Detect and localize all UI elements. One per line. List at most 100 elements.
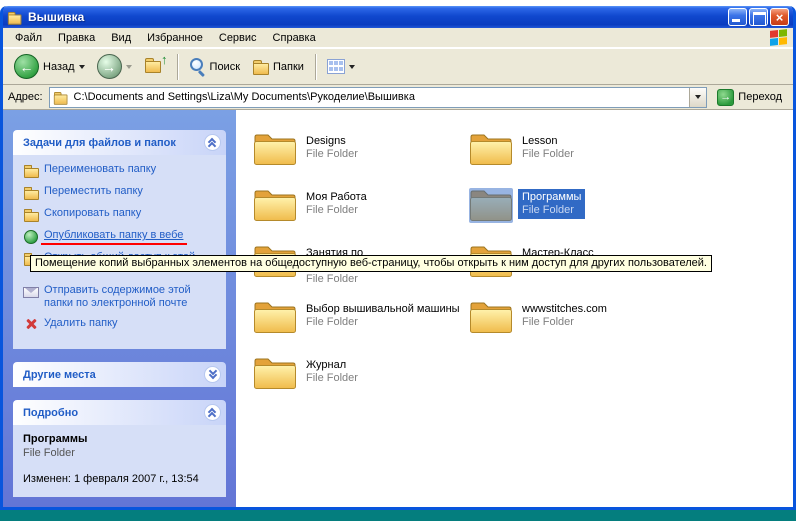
- file-item[interactable]: wwwstitches.com File Folder: [469, 300, 681, 356]
- file-item[interactable]: Lesson File Folder: [469, 132, 681, 188]
- publish-web-icon: [23, 229, 39, 244]
- file-item[interactable]: Designs File Folder: [253, 132, 465, 188]
- file-type: File Folder: [306, 316, 460, 329]
- windows-logo-icon: [770, 29, 787, 46]
- collapse-chevron-icon[interactable]: [204, 404, 221, 421]
- folder-icon: [469, 300, 513, 335]
- menubar: ФайлПравкаВидИзбранноеСервисСправка: [3, 28, 793, 48]
- file-type: File Folder: [522, 204, 581, 217]
- up-button[interactable]: ↑: [139, 54, 171, 79]
- folders-label: Папки: [273, 61, 304, 73]
- details-section: Подробно Программы File Folder Изменен: …: [13, 400, 226, 497]
- expand-chevron-icon[interactable]: [204, 366, 221, 383]
- forward-button[interactable]: →: [92, 51, 137, 82]
- forward-icon: →: [97, 54, 122, 79]
- dropdown-caret-icon: [695, 95, 701, 99]
- window-folder-icon: [7, 11, 21, 24]
- file-type: File Folder: [522, 148, 574, 161]
- tooltip: Помещение копий выбранных элементов на о…: [30, 255, 712, 272]
- file-item[interactable]: Журнал File Folder: [253, 356, 465, 412]
- address-dropdown-button[interactable]: [689, 88, 706, 107]
- tasks-section-title: Задачи для файлов и папок: [23, 137, 204, 149]
- folder-icon: [469, 188, 513, 223]
- search-button[interactable]: Поиск: [184, 55, 245, 78]
- delete-icon: [23, 317, 39, 332]
- folders-button[interactable]: Папки: [247, 56, 309, 77]
- other-places-section: Другие места: [13, 362, 226, 387]
- search-label: Поиск: [210, 61, 240, 73]
- details-file-name: Программы: [23, 433, 218, 445]
- maximize-button[interactable]: [749, 8, 768, 26]
- task-item[interactable]: Скопировать папку: [23, 207, 220, 222]
- menu-item[interactable]: Файл: [7, 30, 50, 46]
- collapse-chevron-icon[interactable]: [204, 134, 221, 151]
- titlebar[interactable]: Вышивка ×: [3, 6, 793, 28]
- menu-item[interactable]: Сервис: [211, 30, 265, 46]
- file-list-area[interactable]: Designs File Folder Lesson File Folder М…: [236, 110, 793, 507]
- move-folder-icon: [23, 185, 39, 200]
- email-icon: [23, 284, 39, 299]
- folder-icon: [469, 132, 513, 167]
- toolbar: ← Назад → ↑ Поиск Папки: [3, 48, 793, 85]
- forward-dropdown-icon: [126, 65, 132, 69]
- task-pane: Задачи для файлов и папок Переименовать …: [3, 110, 236, 507]
- other-places-title: Другие места: [23, 369, 204, 381]
- copy-folder-icon: [23, 207, 39, 222]
- file-item[interactable]: Программы File Folder: [469, 188, 681, 244]
- other-places-header[interactable]: Другие места: [13, 362, 226, 387]
- tasks-section-body: Переименовать папку Переместить папку Ск…: [13, 155, 226, 349]
- file-item[interactable]: Занятия по программированию File Folder: [253, 244, 465, 300]
- views-icon: [327, 59, 345, 74]
- back-label: Назад: [43, 61, 75, 73]
- back-dropdown-icon: [79, 65, 85, 69]
- go-label: Переход: [738, 91, 782, 103]
- close-button[interactable]: ×: [770, 8, 789, 26]
- task-label: Удалить папку: [44, 317, 118, 330]
- screen: Вышивка × ФайлПравкаВидИзбранноеСервисСп…: [0, 0, 796, 521]
- task-item[interactable]: Переместить папку: [23, 185, 220, 200]
- file-type: File Folder: [306, 204, 367, 217]
- file-type: File Folder: [522, 316, 607, 329]
- window-title: Вышивка: [28, 10, 724, 24]
- file-label: Lesson File Folder: [518, 133, 578, 163]
- toolbar-separator: [177, 54, 178, 80]
- toolbar-separator: [315, 54, 316, 80]
- file-label: Выбор вышивальной машины File Folder: [302, 301, 464, 331]
- file-name: Программы: [522, 191, 581, 204]
- task-label: Переименовать папку: [44, 163, 156, 176]
- details-file-type: File Folder: [23, 447, 218, 459]
- menu-item[interactable]: Избранное: [139, 30, 211, 46]
- tasks-section-header[interactable]: Задачи для файлов и папок: [13, 130, 226, 155]
- task-label: Скопировать папку: [44, 207, 141, 220]
- back-button[interactable]: ← Назад: [9, 51, 90, 82]
- task-item[interactable]: Удалить папку: [23, 317, 220, 332]
- address-folder-icon: [53, 91, 67, 104]
- file-item[interactable]: Выбор вышивальной машины File Folder: [253, 300, 465, 356]
- details-title: Подробно: [23, 407, 204, 419]
- menu-item[interactable]: Вид: [103, 30, 139, 46]
- file-item[interactable]: Моя Работа File Folder: [253, 188, 465, 244]
- task-item[interactable]: Отправить содержимое этой папки по элект…: [23, 284, 220, 310]
- file-label: Журнал File Folder: [302, 357, 362, 387]
- window-body: Задачи для файлов и папок Переименовать …: [3, 110, 793, 507]
- menu-item[interactable]: Справка: [265, 30, 324, 46]
- details-header[interactable]: Подробно: [13, 400, 226, 425]
- menu-item[interactable]: Правка: [50, 30, 103, 46]
- file-grid: Designs File Folder Lesson File Folder М…: [253, 132, 685, 412]
- file-item[interactable]: Мастер-Класс File Folder: [469, 244, 681, 300]
- menu-items: ФайлПравкаВидИзбранноеСервисСправка: [7, 30, 324, 46]
- folder-icon: [253, 356, 297, 391]
- task-label: Переместить папку: [44, 185, 143, 198]
- task-label: Отправить содержимое этой папки по элект…: [44, 284, 220, 310]
- desktop: [0, 510, 796, 521]
- window-controls: ×: [728, 8, 789, 26]
- go-button[interactable]: → Переход: [713, 87, 786, 108]
- back-icon: ←: [14, 54, 39, 79]
- task-item[interactable]: Переименовать папку: [23, 163, 220, 178]
- address-input[interactable]: C:\Documents and Settings\Liza\My Docume…: [49, 87, 708, 108]
- task-item[interactable]: Опубликовать папку в вебе: [23, 229, 220, 244]
- file-type: File Folder: [306, 148, 358, 161]
- folder-icon: [253, 132, 297, 167]
- minimize-button[interactable]: [728, 8, 747, 26]
- views-button[interactable]: [322, 56, 360, 77]
